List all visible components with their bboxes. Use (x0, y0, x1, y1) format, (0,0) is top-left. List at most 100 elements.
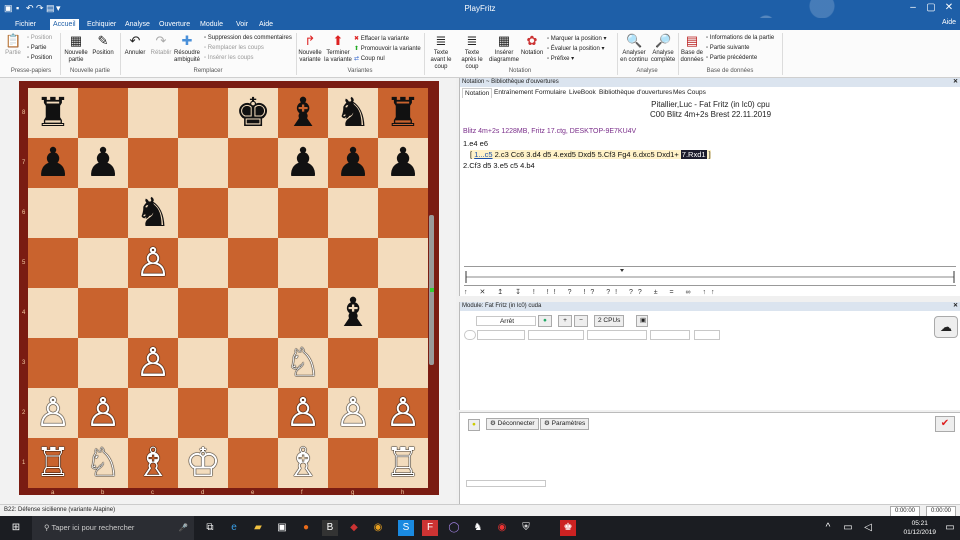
square-g6[interactable] (328, 188, 378, 238)
black-piece-h8[interactable]: ♜ (378, 88, 428, 138)
app-b-icon[interactable]: B (322, 520, 338, 536)
checkmark-icon[interactable]: ✔ (935, 416, 955, 432)
square-a1[interactable]: ♖ (28, 438, 78, 488)
square-f3[interactable]: ♘ (278, 338, 328, 388)
notation-button[interactable]: ✿ Notation (519, 34, 545, 57)
black-piece-e8[interactable]: ♚ (228, 88, 278, 138)
next-game-button[interactable]: ▫ Partie suivante (706, 45, 750, 51)
square-d1[interactable]: ♔ (178, 438, 228, 488)
cpus-button[interactable]: 2 CPUs (594, 315, 625, 327)
white-piece-c3[interactable]: ♙ (128, 338, 178, 388)
square-a7[interactable]: ♟ (28, 138, 78, 188)
app-red-icon[interactable]: ◆ (346, 520, 362, 536)
white-piece-b1[interactable]: ♘ (78, 438, 128, 488)
black-piece-c6[interactable]: ♞ (128, 188, 178, 238)
shield-icon[interactable]: ⛨ (518, 520, 534, 536)
square-e4[interactable] (228, 288, 278, 338)
black-piece-f7[interactable]: ♟ (278, 138, 328, 188)
chessboard[interactable]: ♜ ♚ ♝ ♞ ♜ ♟ ♟ ♟ ♟ ♟ ♞ ♙ ♝ ♙ ♘ ♙ ♙ ♙ ♙ ♙ ♖ ♘ ♗ ♔ ♗ ♖ (28, 88, 428, 488)
partie-copy-button[interactable]: 📋 Partie (3, 34, 23, 57)
engine-start-button[interactable]: ● (538, 315, 552, 327)
white-piece-h2[interactable]: ♙ (378, 388, 428, 438)
continuous-analysis-button[interactable]: 🔍 Analyser en continu (619, 34, 649, 64)
square-d4[interactable] (178, 288, 228, 338)
black-piece-a7[interactable]: ♟ (28, 138, 78, 188)
chess-17-icon[interactable]: ◉ (494, 520, 510, 536)
square-c6[interactable]: ♞ (128, 188, 178, 238)
square-b6[interactable] (78, 188, 128, 238)
black-piece-b7[interactable]: ♟ (78, 138, 128, 188)
square-d7[interactable] (178, 138, 228, 188)
tab-voir[interactable]: Voir (233, 19, 251, 30)
subtab-mes-coups[interactable]: Mes Coups (671, 88, 708, 97)
square-h8[interactable]: ♜ (378, 88, 428, 138)
parameters-button[interactable]: ⚙ Paramètres (540, 418, 590, 430)
white-piece-b2[interactable]: ♙ (78, 388, 128, 438)
square-a4[interactable] (28, 288, 78, 338)
null-move-button[interactable]: ⇄ Coup nul (354, 55, 385, 62)
close-engine-icon[interactable]: ✕ (953, 302, 958, 311)
square-h6[interactable] (378, 188, 428, 238)
insert-diagram-button[interactable]: ▦ Insérer diagramme (489, 34, 519, 64)
square-c2[interactable] (128, 388, 178, 438)
square-c8[interactable] (128, 88, 178, 138)
square-f8[interactable]: ♝ (278, 88, 328, 138)
square-a6[interactable] (28, 188, 78, 238)
zoom-in-button[interactable]: + (558, 315, 572, 327)
tab-echiquier[interactable]: Echiquier (84, 19, 119, 30)
main-line-1[interactable]: 1.e4 e6 (463, 139, 488, 148)
system-clock[interactable]: 05:21 01/12/2019 (903, 519, 936, 537)
new-position-button[interactable]: ✎ Position (91, 34, 115, 57)
square-b4[interactable] (78, 288, 128, 338)
white-piece-f1[interactable]: ♗ (278, 438, 328, 488)
annotation-toolbar[interactable]: ↑ ✕ ↥ ↧ ! !! ? !? ?! ?? ± = ∞ ↑↑ (464, 288, 720, 296)
square-d3[interactable] (178, 338, 228, 388)
square-h1[interactable]: ♖ (378, 438, 428, 488)
close-panel-icon[interactable]: ✕ (953, 78, 958, 87)
square-b3[interactable] (78, 338, 128, 388)
game-timeline[interactable] (464, 266, 956, 286)
subtab-entrainement[interactable]: Entraînement (492, 88, 535, 97)
subtab-livebook[interactable]: LiveBook (567, 88, 598, 97)
playfritz-taskbar-icon[interactable]: ♚ (560, 520, 576, 536)
square-c1[interactable]: ♗ (128, 438, 178, 488)
white-piece-g2[interactable]: ♙ (328, 388, 378, 438)
black-piece-g8[interactable]: ♞ (328, 88, 378, 138)
square-h4[interactable] (378, 288, 428, 338)
white-piece-f3[interactable]: ♘ (278, 338, 328, 388)
square-b7[interactable]: ♟ (78, 138, 128, 188)
square-c7[interactable] (128, 138, 178, 188)
square-f5[interactable] (278, 238, 328, 288)
square-f1[interactable]: ♗ (278, 438, 328, 488)
tray-chevron-icon[interactable]: ^ (820, 520, 836, 536)
subtab-formulaire[interactable]: Formulaire (533, 88, 568, 97)
network-icon[interactable]: ▭ (840, 520, 856, 536)
prefix-menu[interactable]: ▫ Préfixe ▾ (547, 55, 574, 62)
app-purple-icon[interactable]: ◯ (446, 520, 462, 536)
database-button[interactable]: ▤ Base de données (680, 34, 704, 64)
tab-fichier[interactable]: Fichier (12, 19, 39, 30)
square-e1[interactable] (228, 438, 278, 488)
square-e5[interactable] (228, 238, 278, 288)
replace-moves-button[interactable]: ▫ Remplacer les coups (204, 45, 264, 51)
white-piece-c1[interactable]: ♗ (128, 438, 178, 488)
square-a5[interactable] (28, 238, 78, 288)
square-f6[interactable] (278, 188, 328, 238)
square-h5[interactable] (378, 238, 428, 288)
square-h2[interactable]: ♙ (378, 388, 428, 438)
delete-variation-button[interactable]: ✖ Effacer la variante (354, 35, 409, 42)
undo-button[interactable]: ↶ Annuler (123, 34, 147, 57)
tab-module[interactable]: Module (197, 19, 226, 30)
square-e2[interactable] (228, 388, 278, 438)
square-g4[interactable]: ♝ (328, 288, 378, 338)
square-h3[interactable] (378, 338, 428, 388)
square-h7[interactable]: ♟ (378, 138, 428, 188)
black-piece-h7[interactable]: ♟ (378, 138, 428, 188)
redo-button[interactable]: ↷ Rétablir (149, 34, 173, 57)
square-b2[interactable]: ♙ (78, 388, 128, 438)
microphone-icon[interactable]: 🎤 (179, 516, 188, 540)
close-icon[interactable]: ✕ (940, 2, 958, 13)
black-piece-g4[interactable]: ♝ (328, 288, 378, 338)
square-b5[interactable] (78, 238, 128, 288)
square-c3[interactable]: ♙ (128, 338, 178, 388)
